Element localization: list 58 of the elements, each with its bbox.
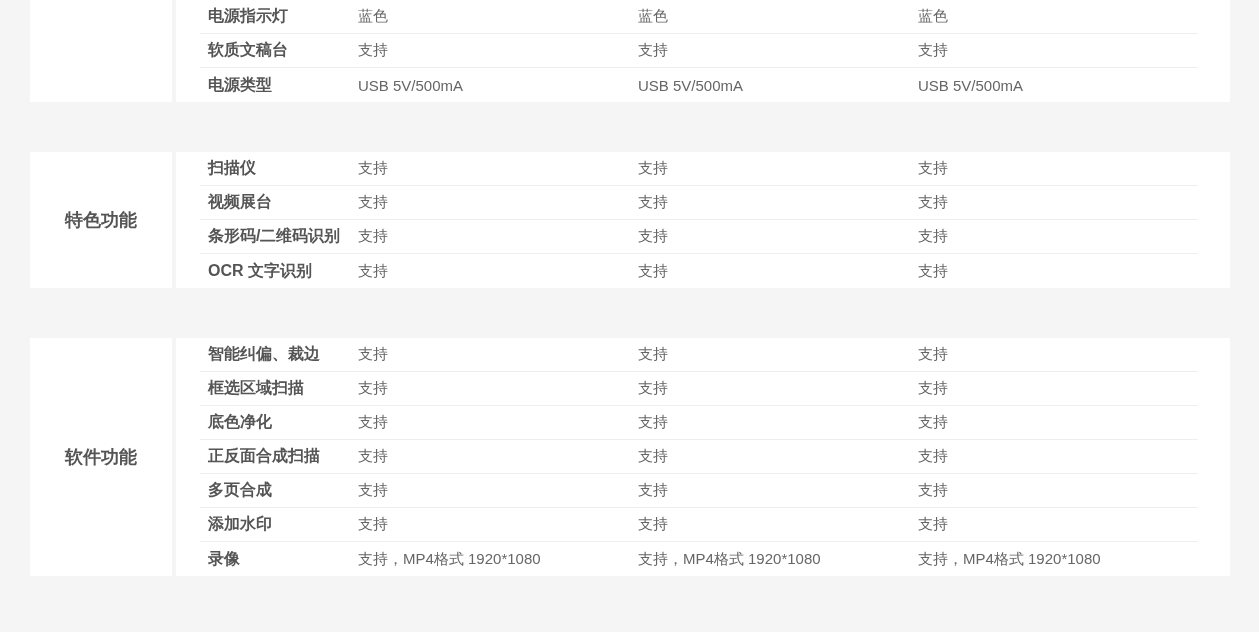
spec-label: 录像 [208, 548, 241, 569]
spec-value: 支持 [358, 447, 389, 466]
spec-value: 支持 [638, 379, 669, 398]
spec-value: 支持 [638, 261, 669, 281]
spec-value: 蓝色 [638, 7, 669, 26]
spec-label: 扫描仪 [208, 158, 257, 178]
spec-value: 支持，MP4格式 1920*1080 [918, 549, 1102, 569]
spec-label: 底色净化 [208, 412, 273, 432]
spec-label: 条形码/二维码识别 [208, 226, 342, 246]
spec-value: 支持 [358, 345, 389, 364]
spec-value: 支持 [358, 261, 389, 281]
spec-value: 支持 [358, 515, 389, 534]
spec-value: 支持，MP4格式 1920*1080 [638, 549, 822, 569]
spec-value: 支持 [638, 481, 669, 500]
spec-label: 视频展台 [208, 192, 273, 212]
spec-value: 支持 [918, 159, 949, 178]
spec-label: 多页合成 [208, 480, 273, 500]
spec-value: 支持 [358, 159, 389, 178]
spec-value: 支持，MP4格式 1920*1080 [358, 549, 542, 569]
spec-label: 电源指示灯 [208, 6, 289, 26]
spec-label: OCR 文字识别 [208, 260, 313, 281]
section-title: 特色功能 [65, 209, 137, 232]
spec-value: 支持 [918, 481, 949, 500]
spec-value: 支持 [358, 227, 389, 246]
spec-value: USB 5V/500mA [638, 76, 745, 94]
spec-label: 框选区域扫描 [208, 378, 305, 398]
spec-value: 支持 [638, 413, 669, 432]
spec-value: 支持 [638, 227, 669, 246]
spec-label: 电源类型 [208, 74, 273, 95]
spec-value: 支持 [638, 41, 669, 60]
spec-value: USB 5V/500mA [358, 76, 465, 94]
spec-value: 支持 [918, 379, 949, 398]
spec-value: 支持 [638, 159, 669, 178]
spec-value: 支持 [918, 515, 949, 534]
spec-value: 支持 [918, 413, 949, 432]
spec-value: 支持 [358, 413, 389, 432]
spec-label: 智能纠偏、裁边 [208, 344, 321, 364]
spec-value: 支持 [358, 193, 389, 212]
section-title: 软件功能 [65, 446, 137, 469]
spec-value: 支持 [638, 345, 669, 364]
spec-value: 蓝色 [358, 7, 389, 26]
spec-value: 支持 [358, 41, 389, 60]
spec-value: 支持 [358, 481, 389, 500]
spec-value: 蓝色 [918, 7, 949, 26]
spec-value: 支持 [918, 193, 949, 212]
spec-label: 软质文稿台 [208, 40, 289, 60]
spec-label: 正反面合成扫描 [208, 446, 321, 466]
spec-value: 支持 [638, 515, 669, 534]
spec-value: 支持 [638, 447, 669, 466]
spec-value: USB 5V/500mA [918, 76, 1025, 94]
spec-value: 支持 [358, 379, 389, 398]
spec-label: 添加水印 [208, 514, 273, 534]
spec-value: 支持 [918, 261, 949, 281]
spec-value: 支持 [638, 193, 669, 212]
spec-value: 支持 [918, 447, 949, 466]
spec-value: 支持 [918, 345, 949, 364]
spec-value: 支持 [918, 41, 949, 60]
spec-value: 支持 [918, 227, 949, 246]
